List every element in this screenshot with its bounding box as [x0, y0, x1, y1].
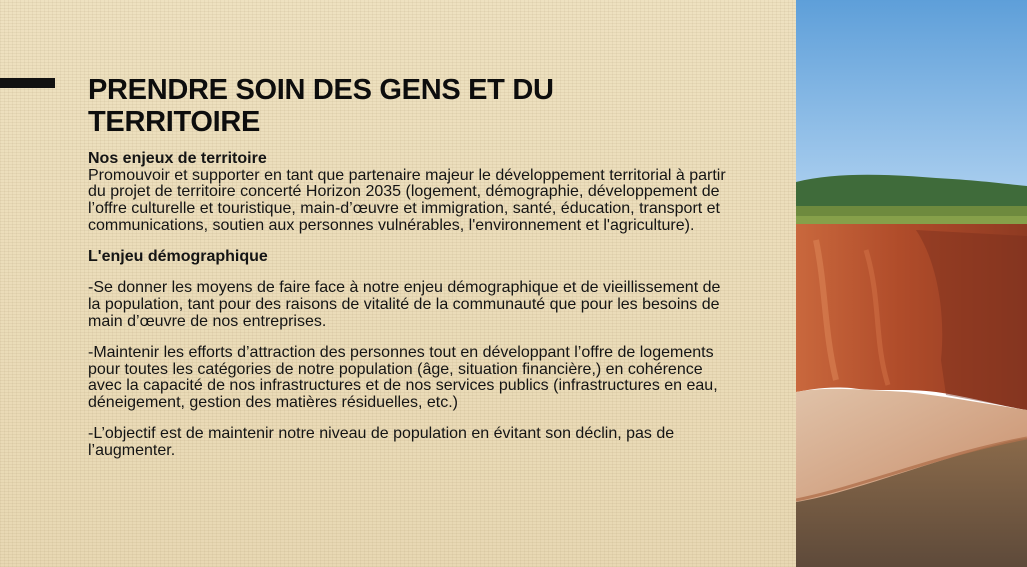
red-cliff-coast-photo	[796, 0, 1027, 567]
demographique-heading: L'enjeu démographique	[88, 248, 268, 266]
slide-body: Nos enjeux de territoire Promouvoir et s…	[88, 150, 728, 460]
title-accent-bar	[0, 78, 55, 88]
territoire-heading: Nos enjeux de territoire	[88, 150, 267, 167]
slide-title: PRENDRE SOIN DES GENS ET DU TERRITOIRE	[88, 74, 554, 138]
sky	[796, 0, 1027, 190]
grass-edge	[796, 216, 1027, 224]
demographique-point-1: -Se donner les moyens de faire face à no…	[88, 279, 721, 330]
slide: PRENDRE SOIN DES GENS ET DU TERRITOIRE N…	[0, 0, 1027, 567]
demographique-point-3: -L’objectif est de maintenir notre nivea…	[88, 425, 675, 459]
demographique-point-2: -Maintenir les efforts d’attraction des …	[88, 343, 718, 411]
territoire-paragraph: Promouvoir et supporter en tant que part…	[88, 166, 726, 234]
